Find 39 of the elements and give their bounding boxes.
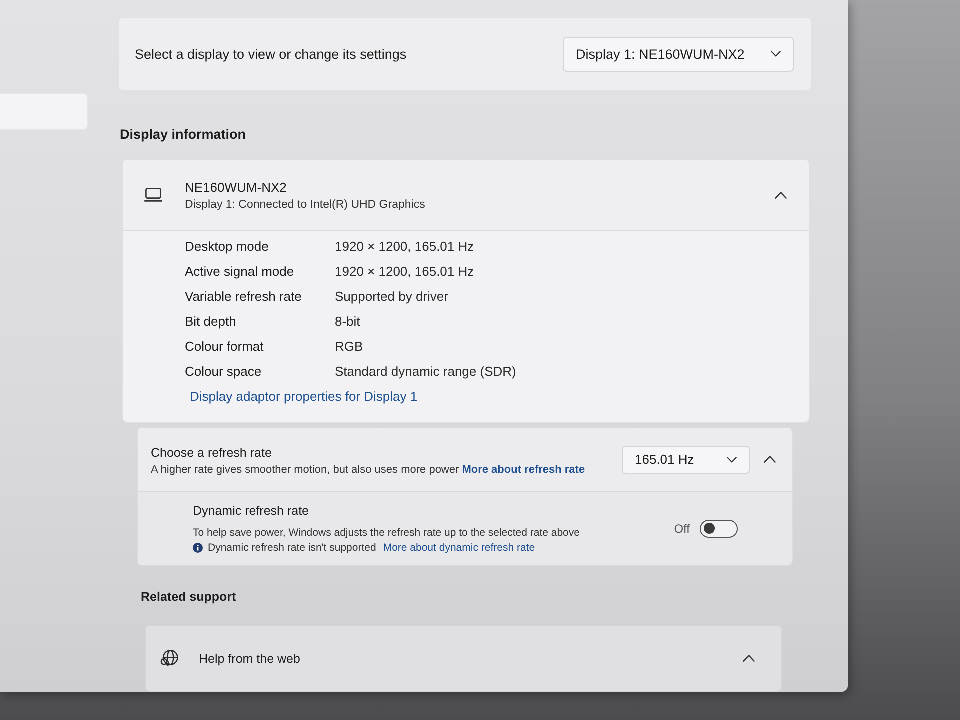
globe-magnifier-icon: [160, 650, 179, 668]
refresh-rate-link[interactable]: More about refresh rate: [462, 464, 586, 476]
chevron-down-icon: [771, 51, 781, 58]
toggle-switch[interactable]: [700, 520, 738, 538]
help-card[interactable]: Help from the web: [145, 625, 782, 692]
property-label: Bit depth: [185, 314, 238, 330]
property-value: 1920 × 1200, 165.01 Hz: [335, 239, 474, 254]
laptop-icon: [144, 188, 163, 202]
display-selector-label: Select a display to view or change its settings: [135, 46, 407, 62]
property-label: Variable refresh rate: [185, 289, 303, 304]
monitor-connection: Display 1: Connected to Intel(R) UHD Graphics: [185, 198, 426, 211]
toggle-state-label: Off: [674, 522, 690, 536]
chevron-down-icon: [727, 457, 737, 463]
adapter-properties-link[interactable]: Display adaptor properties for Display 1: [190, 389, 418, 404]
dynamic-refresh-description: To help save power, Windows adjusts the refresh rate up to the selected rate above: [193, 526, 580, 539]
info-icon: [193, 542, 203, 553]
refresh-rate-description: A higher rate gives smoother motion, but also uses more power More about refresh rate: [151, 464, 586, 476]
property-value: 8-bit: [335, 314, 360, 330]
section-heading: Display information: [120, 126, 246, 144]
property-value: 1920 × 1200, 165.01 Hz: [335, 264, 474, 280]
property-label: Active signal mode: [185, 264, 296, 280]
property-value: Standard dynamic range (SDR): [335, 364, 516, 380]
refresh-rate-title: Choose a refresh rate: [151, 446, 272, 460]
dynamic-refresh-title: Dynamic refresh rate: [193, 504, 310, 518]
dynamic-refresh-link[interactable]: More about dynamic refresh rate: [383, 542, 536, 554]
chevron-up-icon[interactable]: [775, 192, 787, 199]
chevron-up-icon[interactable]: [764, 456, 776, 464]
unsupported-notice: Dynamic refresh rate isn't supported: [208, 542, 376, 554]
monitor-name: NE160WUM-NX2: [185, 180, 287, 195]
display-dropdown[interactable]: Display 1: NE160WUM-NX2: [563, 36, 794, 72]
refresh-rate-dropdown[interactable]: 165.01 Hz: [622, 446, 750, 474]
chevron-up-icon[interactable]: [743, 655, 755, 662]
property-value: RGB: [335, 339, 364, 354]
property-label: Desktop mode: [185, 239, 270, 254]
property-label: Colour format: [185, 339, 265, 354]
help-label: Help from the web: [199, 652, 300, 666]
property-label: Colour space: [185, 364, 263, 380]
property-value: Supported by driver: [335, 289, 448, 304]
section-heading: Related support: [141, 589, 236, 606]
